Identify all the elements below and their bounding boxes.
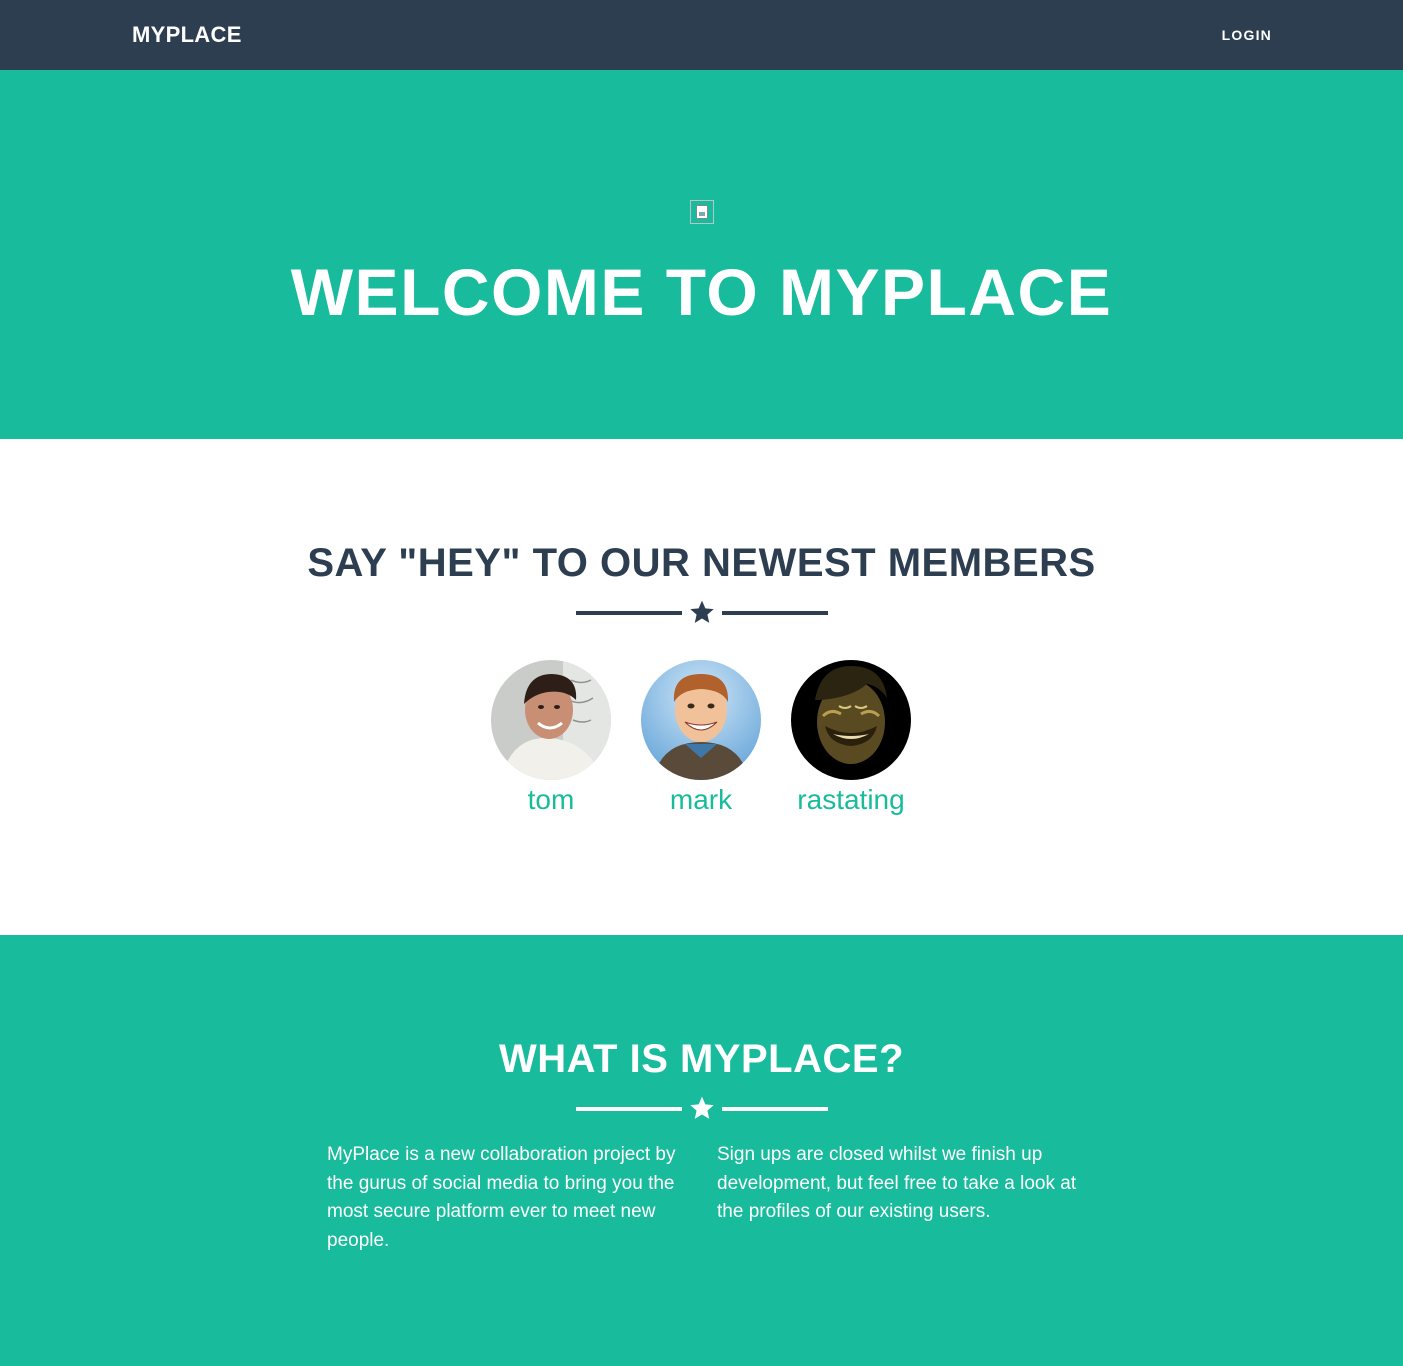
member-card-rastating[interactable]: rastating xyxy=(776,660,926,818)
divider-line xyxy=(722,1107,828,1111)
login-link[interactable]: LOGIN xyxy=(1222,27,1272,43)
about-divider xyxy=(576,1095,828,1125)
divider-line xyxy=(576,611,682,615)
avatar-tom xyxy=(491,660,611,780)
broken-image-icon xyxy=(690,200,714,224)
about-left-text: MyPlace is a new collaboration project b… xyxy=(327,1144,676,1251)
brand-link[interactable]: MYPLACE xyxy=(132,22,242,48)
members-section: SAY "HEY" TO OUR NEWEST MEMBERS tom mark… xyxy=(0,439,1403,935)
member-card-mark[interactable]: mark xyxy=(626,660,776,818)
divider-line xyxy=(576,1107,682,1111)
member-name: rastating xyxy=(797,784,905,815)
avatar-rastating xyxy=(791,660,911,780)
about-section-title: WHAT IS MYPLACE? xyxy=(498,1037,904,1081)
member-name: mark xyxy=(669,784,733,815)
hero-title: WELCOME TO MYPLACE xyxy=(290,255,1113,329)
members-section-title: SAY "HEY" TO OUR NEWEST MEMBERS xyxy=(307,541,1096,585)
about-right-text: Sign ups are closed whilst we finish up … xyxy=(717,1144,1077,1222)
about-section: WHAT IS MYPLACE? MyPlace is a new collab… xyxy=(0,935,1403,1366)
member-card-tom[interactable]: tom xyxy=(476,660,626,818)
divider-line xyxy=(722,611,828,615)
avatar-mark xyxy=(641,660,761,780)
navbar: MYPLACE LOGIN xyxy=(0,0,1403,70)
members-divider xyxy=(576,599,828,629)
star-icon xyxy=(690,600,714,623)
masthead: WELCOME TO MYPLACE xyxy=(0,70,1403,439)
star-icon xyxy=(690,1096,714,1119)
member-name: tom xyxy=(527,784,575,815)
